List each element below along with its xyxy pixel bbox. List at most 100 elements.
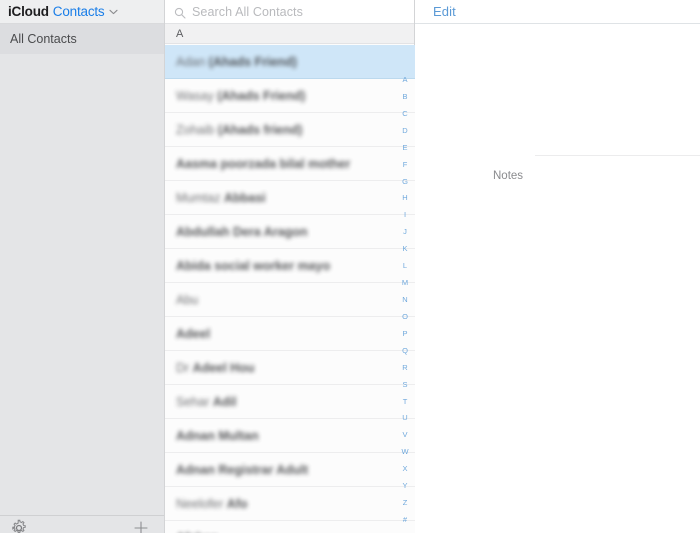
search-input[interactable]: Search All Contacts (192, 5, 303, 19)
contact-row[interactable]: Wasay (Ahads Friend) (165, 79, 415, 113)
index-letter[interactable]: L (398, 262, 412, 270)
index-letter[interactable]: K (398, 245, 412, 253)
gear-icon[interactable] (10, 519, 28, 533)
contact-name-plain: Wasay (176, 88, 218, 103)
index-letter[interactable]: H (398, 194, 412, 202)
contact-name-bold: Abida social worker mayo (176, 258, 331, 273)
contact-row[interactable]: Adeel (165, 317, 415, 351)
contact-row[interactable]: Adan (Ahads Friend) (165, 45, 415, 79)
contact-row[interactable]: Adnan Multan (165, 419, 415, 453)
contact-name: Dr Adeel Hou (176, 361, 254, 375)
contact-name-plain: Adan (176, 54, 209, 69)
contact-name: Adan (Ahads Friend) (176, 55, 297, 69)
contact-name: Aasma poorzada bilal mother (176, 157, 350, 171)
contact-name: Neelofer Afo (176, 497, 248, 511)
chevron-down-icon[interactable] (109, 9, 119, 15)
contact-name-plain: Sehar (176, 394, 213, 409)
contact-row[interactable]: Mumtaz Abbasi (165, 181, 415, 215)
contact-name-plain: Mumtaz (176, 190, 224, 205)
contact-list-pane: Search All Contacts A Adan (Ahads Friend… (165, 0, 415, 533)
contact-row[interactable]: Abu (165, 283, 415, 317)
contact-name-plain: Dr (176, 360, 193, 375)
index-letter[interactable]: D (398, 126, 412, 135)
index-letter[interactable]: V (398, 431, 412, 439)
contact-row[interactable]: Sehar Adil (165, 385, 415, 419)
contact-name-bold: (Ahads Friend) (217, 88, 306, 103)
index-letter[interactable]: O (398, 312, 412, 321)
notes-field-block: Notes (415, 155, 700, 195)
contact-name: Abida social worker mayo (176, 259, 330, 273)
contact-name-bold: Afo (226, 496, 248, 511)
alphabet-index-rail[interactable]: A B C D E F G H I J K L M N O P Q R S T U V W X Y Z # (397, 74, 413, 526)
index-letter[interactable]: C (398, 109, 412, 118)
contact-row[interactable]: Adnan Registrar Adult (165, 453, 415, 487)
index-letter[interactable]: Y (398, 482, 412, 490)
contact-name-bold: Adil (212, 394, 237, 409)
index-letter[interactable]: I (398, 211, 412, 219)
contact-row[interactable]: Dr Adeel Hou (165, 351, 415, 385)
index-letter[interactable]: T (398, 397, 412, 406)
index-letter[interactable]: R (398, 363, 412, 372)
sidebar-item-label: All Contacts (10, 32, 77, 46)
sidebar-brand-header[interactable]: iCloud Contacts (0, 0, 164, 24)
contact-detail-pane: Edit Notes (415, 0, 700, 533)
contact-name-bold: (Ahads friend) (217, 122, 303, 137)
brand-app-label: Contacts (52, 4, 105, 19)
index-letter[interactable]: G (398, 177, 412, 186)
detail-header: Edit (415, 0, 700, 24)
index-letter[interactable]: Q (398, 346, 412, 355)
contact-name: Abdullah Dera Aragon (176, 225, 308, 239)
index-letter[interactable]: M (398, 279, 412, 287)
contact-row[interactable]: Aasma poorzada bilal mother (165, 147, 415, 181)
notes-label: Notes (493, 170, 524, 182)
contact-rows-container[interactable]: Adan (Ahads Friend) Wasay (Ahads Friend) Z… (165, 45, 415, 533)
contact-name: Mumtaz Abbasi (176, 191, 266, 205)
index-letter[interactable]: N (398, 295, 412, 304)
section-header-a: A (165, 24, 414, 44)
contact-row[interactable]: Abida social worker mayo (165, 249, 415, 283)
contact-name-plain: Zohaib (176, 122, 218, 137)
contact-name: Sehar Adil (176, 395, 236, 409)
index-letter[interactable]: # (398, 515, 412, 524)
index-letter[interactable]: S (398, 380, 412, 389)
contact-name-bold: (Ahads Friend) (208, 54, 297, 69)
contact-row[interactable]: Zohaib (Ahads friend) (165, 113, 415, 147)
sidebar-item-all-contacts[interactable]: All Contacts (0, 24, 164, 54)
notes-divider (535, 155, 700, 156)
index-letter[interactable]: E (398, 143, 412, 152)
contact-name-plain: Neelofer (176, 496, 227, 511)
brand-icloud-label: iCloud (8, 4, 49, 19)
index-letter[interactable]: U (398, 414, 412, 422)
contact-row[interactable]: Neelofer Afo (165, 487, 415, 521)
search-bar[interactable]: Search All Contacts (165, 0, 414, 24)
contact-name: Adnan Multan (176, 429, 259, 443)
index-letter[interactable]: P (398, 329, 412, 338)
sidebar-group-list: All Contacts (0, 24, 164, 54)
contact-name-bold: Adnan Multan (176, 428, 259, 443)
contact-name: Wasay (Ahads Friend) (176, 89, 305, 103)
index-letter[interactable]: Z (398, 499, 412, 507)
contact-name: Abu (176, 293, 198, 307)
index-letter[interactable]: J (398, 228, 412, 236)
contact-name-bold: Adeel (176, 326, 211, 341)
index-letter[interactable]: W (398, 448, 412, 456)
search-icon (174, 6, 186, 19)
index-letter[interactable]: A (398, 76, 412, 84)
plus-icon[interactable] (132, 519, 150, 533)
contact-name-bold: Abbasi (223, 190, 266, 205)
index-letter[interactable]: F (398, 160, 412, 169)
contact-row[interactable]: Abdullah Dera Aragon (165, 215, 415, 249)
index-letter[interactable]: B (398, 92, 412, 101)
index-letter[interactable]: X (398, 465, 412, 473)
contact-name-bold: Adnan Registrar Adult (176, 462, 309, 477)
contact-name-bold: Adeel Hou (192, 360, 255, 375)
section-header-label: A (176, 27, 184, 40)
contact-name-bold: Aasma poorzada bilal mother (176, 156, 351, 171)
contact-row[interactable]: Afshan (165, 521, 415, 533)
contact-name-bold: Abdullah Dera Aragon (176, 224, 308, 239)
icloud-contacts-app: iCloud Contacts All Contacts Search All … (0, 0, 700, 533)
contact-name: Zohaib (Ahads friend) (176, 123, 302, 137)
sidebar: iCloud Contacts All Contacts (0, 0, 165, 533)
contact-name-plain: Abu (176, 292, 199, 307)
edit-button[interactable]: Edit (433, 4, 456, 19)
